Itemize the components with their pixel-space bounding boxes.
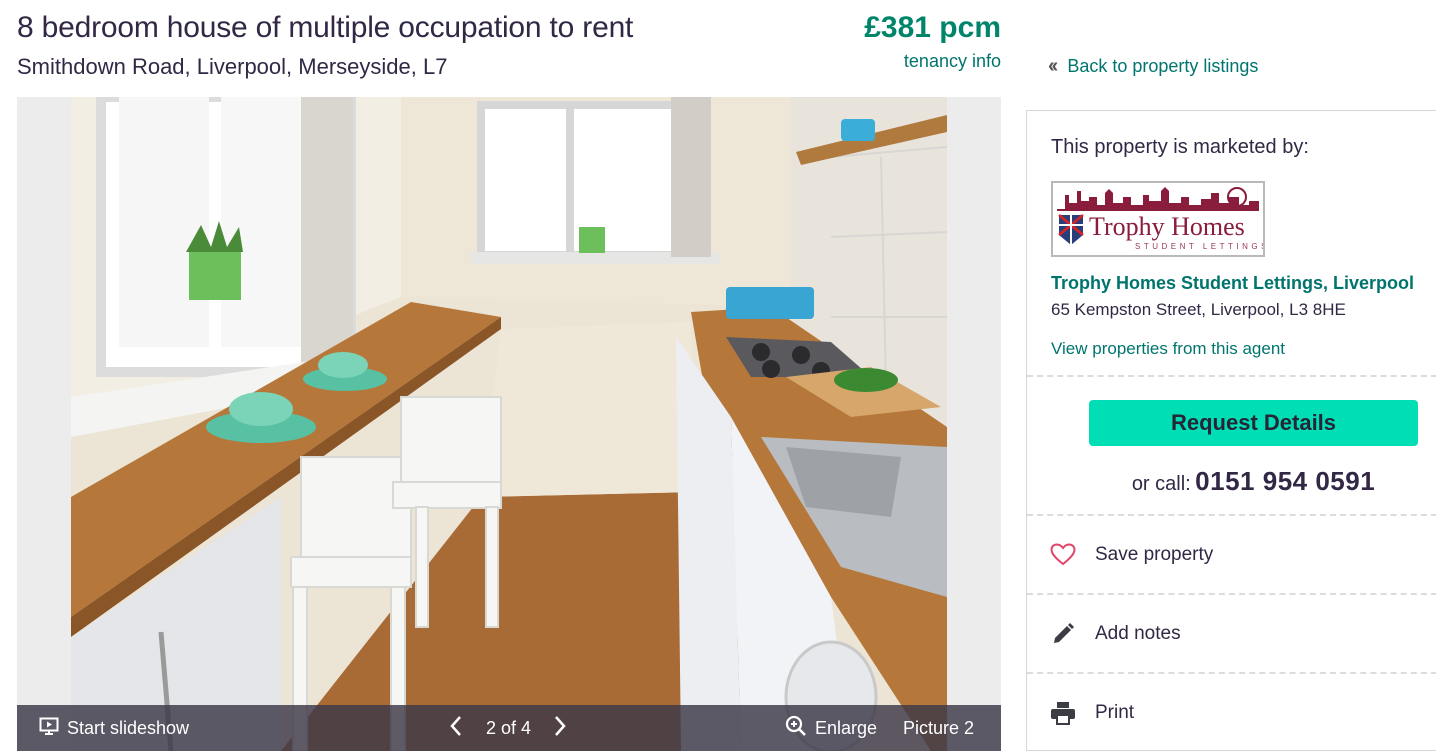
gallery-toolbar: Start slideshow 2 of 4 Enlarge Picture 2	[17, 705, 1001, 751]
enlarge-button[interactable]: Enlarge	[785, 705, 877, 751]
chevron-right-icon	[553, 715, 567, 742]
phone-number[interactable]: 0151 954 0591	[1195, 466, 1375, 496]
print-label: Print	[1095, 702, 1135, 723]
call-prefix: or call:	[1131, 473, 1191, 495]
printer-icon	[1049, 699, 1077, 727]
chevron-left-icon	[449, 715, 463, 742]
add-notes-button[interactable]: Add notes	[1027, 595, 1436, 673]
tenancy-info-link[interactable]: tenancy info	[904, 51, 1001, 72]
double-chevron-left-icon: ‹‹	[1048, 55, 1058, 77]
listing-title: 8 bedroom house of multiple occupation t…	[17, 11, 634, 44]
listing-price: £381 pcm	[864, 11, 1001, 44]
back-link-label: Back to property listings	[1067, 56, 1259, 76]
agent-logo-subtext: STUDENT LETTINGS	[1135, 242, 1263, 251]
agent-logo[interactable]: Trophy Homes STUDENT LETTINGS	[1051, 181, 1265, 257]
picture-label: Picture 2	[903, 717, 975, 738]
slideshow-icon	[39, 716, 59, 741]
start-slideshow-button[interactable]: Start slideshow	[39, 705, 189, 751]
picture-counter: 2 of 4	[486, 717, 532, 738]
heart-icon	[1049, 541, 1077, 569]
photo-gallery[interactable]: Start slideshow 2 of 4 Enlarge Picture 2	[17, 97, 1001, 751]
next-picture-button[interactable]	[553, 705, 567, 751]
pencil-icon	[1049, 620, 1077, 648]
back-to-listings-link[interactable]: ‹‹ Back to property listings	[1048, 55, 1258, 78]
save-property-button[interactable]: Save property	[1027, 516, 1436, 594]
print-button[interactable]: Print	[1027, 674, 1436, 751]
previous-picture-button[interactable]	[449, 705, 463, 751]
slideshow-label: Start slideshow	[67, 717, 190, 738]
listing-address: Smithdown Road, Liverpool, Merseyside, L…	[17, 54, 448, 79]
add-notes-label: Add notes	[1095, 623, 1181, 644]
agent-logo-text: Trophy Homes	[1089, 212, 1245, 241]
property-photo[interactable]	[71, 97, 947, 751]
agent-panel: This property is marketed by: Trophy Hom…	[1026, 110, 1436, 751]
save-property-label: Save property	[1095, 544, 1214, 565]
request-details-button[interactable]: Request Details	[1089, 400, 1418, 446]
zoom-icon	[785, 715, 807, 742]
marketed-by-heading: This property is marketed by:	[1051, 136, 1309, 158]
call-line: or call: 0151 954 0591	[1089, 466, 1418, 497]
agent-address: 65 Kempston Street, Liverpool, L3 8HE	[1051, 300, 1346, 319]
view-agent-properties-link[interactable]: View properties from this agent	[1051, 339, 1285, 359]
divider	[1027, 375, 1436, 377]
agent-name-link[interactable]: Trophy Homes Student Lettings, Liverpool	[1051, 273, 1414, 294]
enlarge-label: Enlarge	[815, 717, 878, 738]
